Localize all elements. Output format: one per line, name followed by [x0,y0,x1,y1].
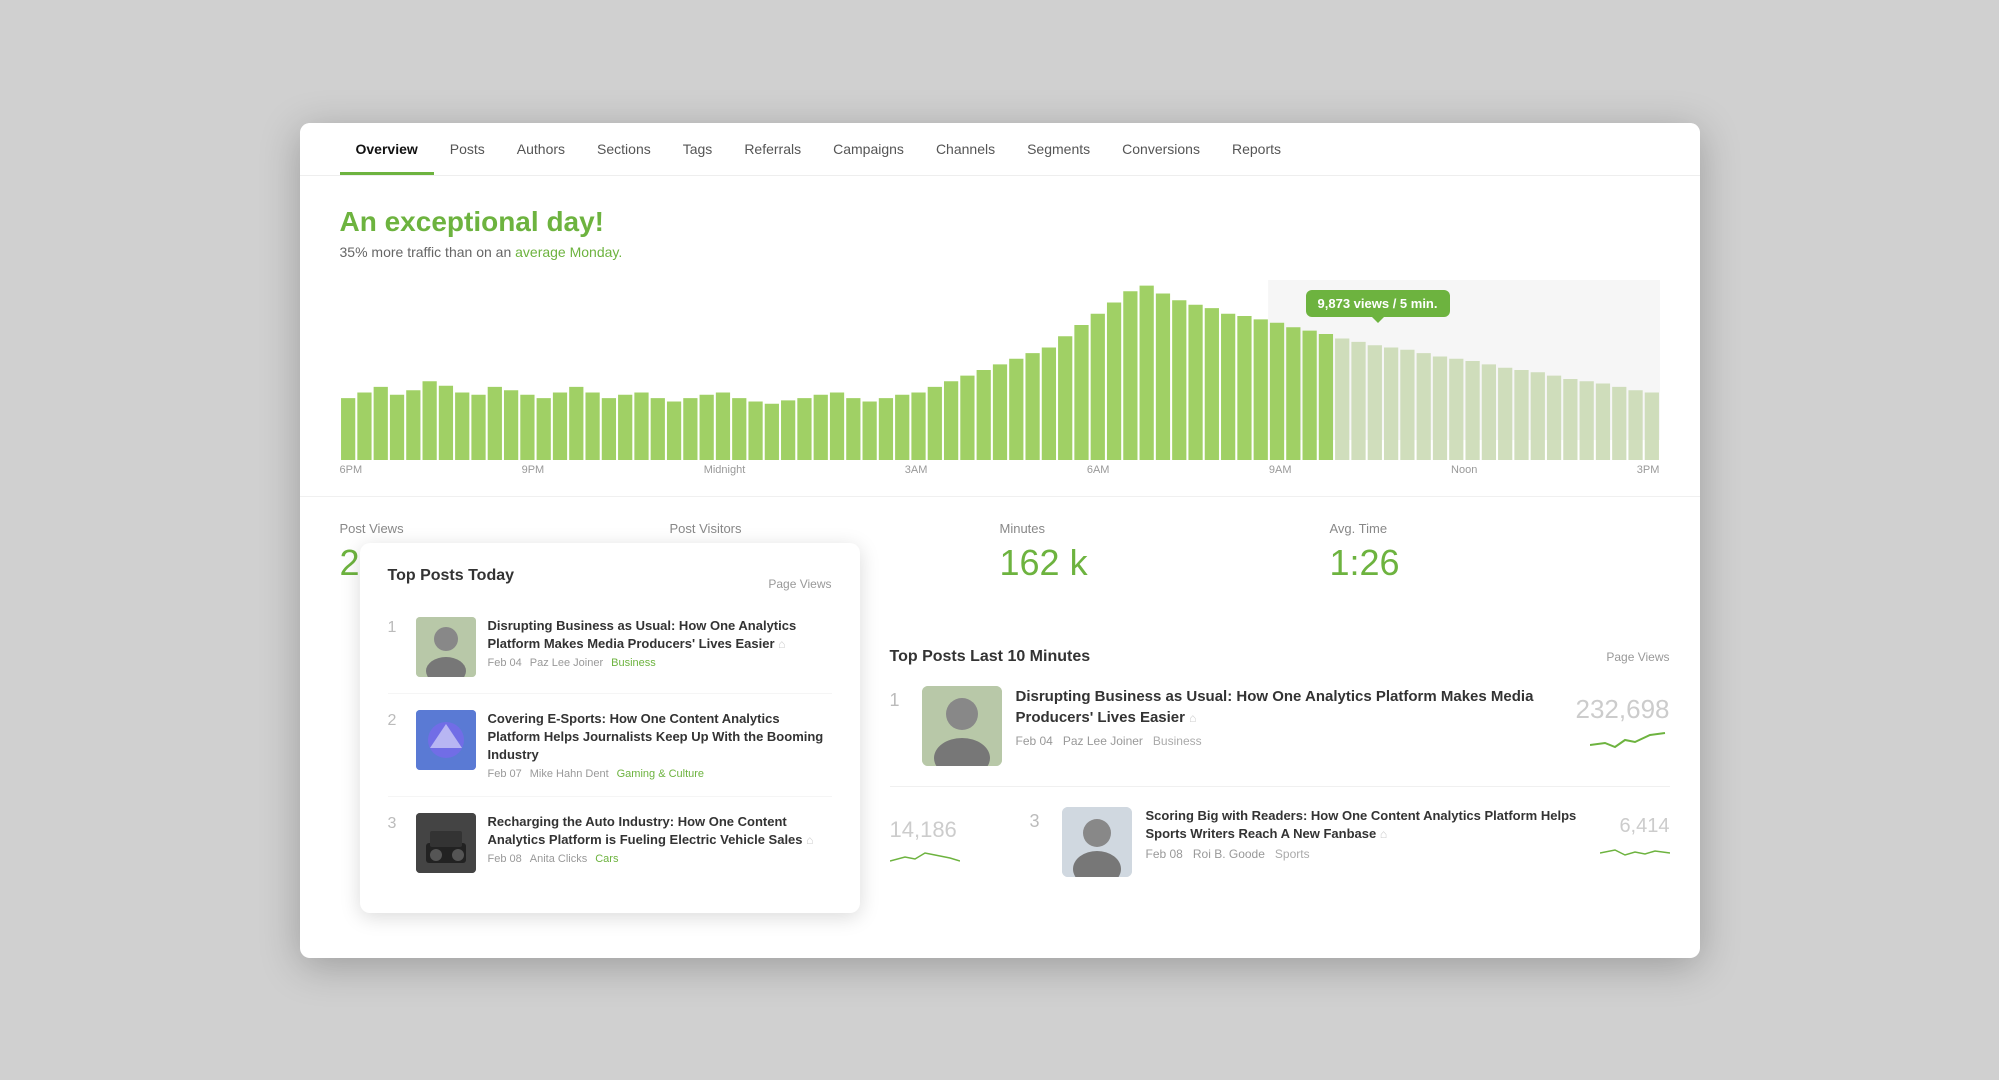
post-views-3-10min: 6,414 [1600,807,1670,868]
bottom-posts-row: 14,186 3 [890,807,1670,877]
nav-referrals[interactable]: Referrals [728,123,817,175]
main-nav: Overview Posts Authors Sections Tags Ref… [300,123,1700,176]
today-post-2[interactable]: 2 Covering E-Sports: How One Content Ana… [388,710,832,798]
post-views-1-10min: 232,698 [1576,686,1670,760]
middle-views: 14,186 [890,817,957,843]
hero-section: An exceptional day! 35% more traffic tha… [300,176,1700,280]
today-post-3-thumb [416,813,476,873]
nav-segments[interactable]: Segments [1011,123,1106,175]
stat-avg-time: Avg. Time 1:26 [1330,521,1660,584]
nav-channels[interactable]: Channels [920,123,1011,175]
post-info-1-10min: Disrupting Business as Usual: How One An… [1016,686,1562,748]
right-panel: Top Posts Last 10 Minutes Page Views 1 [860,608,1700,928]
today-post-3-info: Recharging the Auto Industry: How One Co… [488,813,832,865]
top-10min-post-3: 3 Scoring Big with Readers: How One Cont… [1030,807,1670,877]
chart-tooltip: 9,873 views / 5 min. [1306,290,1450,317]
post-info-3-10min: Scoring Big with Readers: How One Conten… [1146,807,1586,861]
stat-minutes: Minutes 162 k [1000,521,1330,584]
chart-bars [340,280,1660,460]
nav-reports[interactable]: Reports [1216,123,1297,175]
hero-subtext: 35% more traffic than on an average Mond… [340,244,623,260]
today-post-1[interactable]: 1 Disrupting Business as Usual: How One … [388,617,832,694]
average-monday-link[interactable]: average Monday. [515,244,622,260]
post-thumb-1-10min [922,686,1002,766]
nav-conversions[interactable]: Conversions [1106,123,1216,175]
top-posts-today-title: Top Posts Today [388,567,515,585]
nav-posts[interactable]: Posts [434,123,501,175]
today-post-2-info: Covering E-Sports: How One Content Analy… [488,710,832,781]
top-posts-10min-title: Top Posts Last 10 Minutes [890,648,1091,666]
hero-heading: An exceptional day! [340,206,623,238]
traffic-chart-container: 9,873 views / 5 min. 6PM 9PM Midnight 3A… [300,280,1700,496]
page-views-label-today: Page Views [768,577,831,591]
top-10min-post-1: 1 Disrupting Business as Usual: How One … [890,686,1670,787]
nav-sections[interactable]: Sections [581,123,667,175]
nav-campaigns[interactable]: Campaigns [817,123,920,175]
post-thumb-3-10min [1062,807,1132,877]
nav-overview[interactable]: Overview [340,123,434,175]
chart-x-labels: 6PM 9PM Midnight 3AM 6AM 9AM Noon 3PM [340,460,1660,486]
today-post-1-info: Disrupting Business as Usual: How One An… [488,617,832,669]
top-posts-today-card: Top Posts Today Page Views 1 Disrupting … [360,543,860,914]
today-post-2-thumb [416,710,476,770]
today-post-1-thumb [416,617,476,677]
nav-authors[interactable]: Authors [501,123,581,175]
today-post-3[interactable]: 3 Recharging the Auto Industry: How One … [388,813,832,889]
page-views-label-10min: Page Views [1606,650,1669,664]
nav-tags[interactable]: Tags [667,123,729,175]
